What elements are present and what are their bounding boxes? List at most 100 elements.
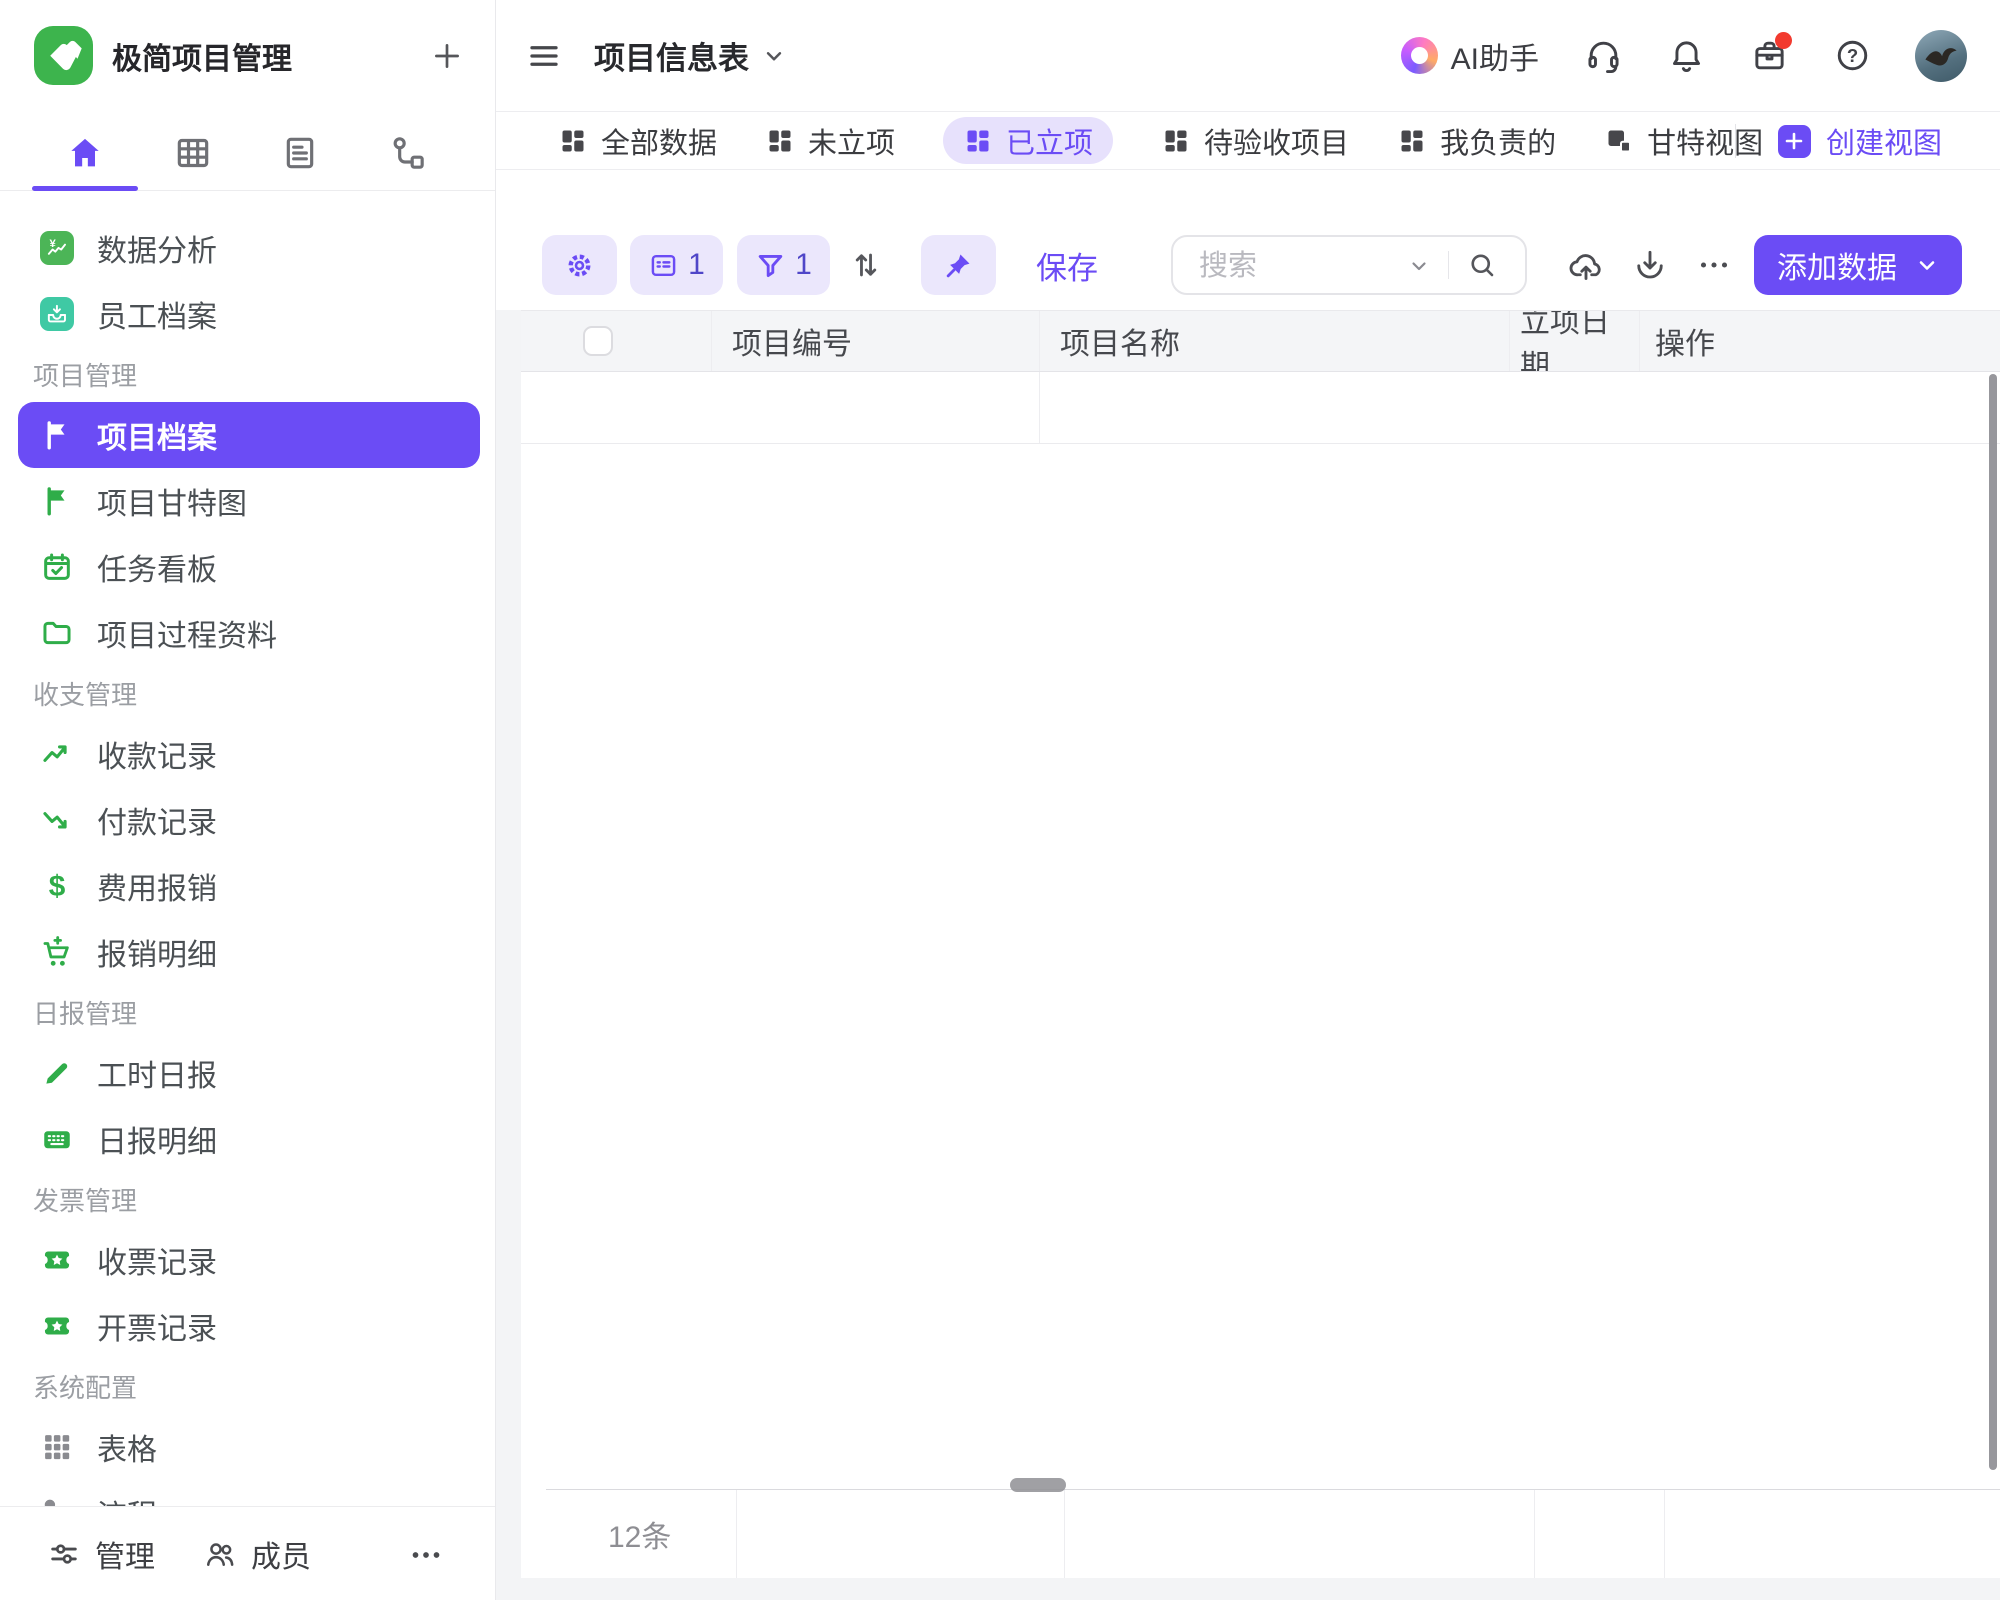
trend-up-icon [40, 737, 74, 771]
sidebar-item[interactable]: 项目档案 [18, 402, 480, 468]
ai-assistant-icon [1401, 37, 1438, 74]
header-select-column [521, 311, 712, 371]
grid-view-icon [1161, 126, 1191, 156]
search-chevron-down-icon[interactable] [1407, 254, 1431, 278]
vertical-scrollbar[interactable] [1989, 374, 1997, 1470]
horizontal-scrollbar[interactable] [1010, 1478, 1066, 1492]
column-header-操作: 操作 [1640, 311, 2000, 371]
group-title-cell [521, 372, 1040, 443]
cart-plus-icon [40, 935, 74, 969]
sidebar-item[interactable]: 任务看板 [0, 534, 495, 600]
notifications-bell-icon[interactable] [1668, 37, 1705, 74]
tab-全部数据[interactable]: 全部数据 [558, 117, 717, 164]
sidebar-item[interactable]: 收款记录 [0, 721, 495, 787]
pencil-icon [40, 1056, 74, 1090]
toolbar-more-button[interactable] [1692, 235, 1736, 295]
field-count: 1 [688, 248, 705, 282]
sidebar-nav-tab-home[interactable] [65, 133, 105, 173]
dollar-icon: $ [40, 869, 74, 903]
hamburger-menu-icon[interactable] [526, 38, 562, 74]
keyboard-icon [40, 1122, 74, 1156]
sort-button[interactable] [844, 235, 888, 295]
sidebar-more-icon[interactable] [408, 1537, 444, 1573]
table-summary-row: 12条 [546, 1489, 2000, 1578]
tab-label: 已立项 [1006, 120, 1093, 162]
sidebar-item[interactable]: 收票记录 [0, 1227, 495, 1293]
sidebar-nav-tab-nav-document[interactable] [280, 133, 320, 173]
help-icon[interactable]: ? [1834, 37, 1871, 74]
gantt-view-icon [1604, 126, 1634, 156]
tab-已立项[interactable]: 已立项 [943, 117, 1113, 164]
select-all-checkbox[interactable] [583, 326, 613, 356]
sidebar-nav-tab-nav-flow[interactable] [388, 133, 428, 173]
tab-未立项[interactable]: 未立项 [765, 117, 895, 164]
briefcase-icon[interactable] [1751, 37, 1788, 74]
search-icon[interactable] [1467, 250, 1497, 280]
sidebar-section-title: 项目管理 [0, 347, 495, 402]
export-button[interactable] [1628, 235, 1672, 295]
field-config-button[interactable]: 1 [630, 235, 723, 295]
add-data-button[interactable]: 添加数据 [1754, 235, 1962, 295]
table-rows [521, 372, 2000, 1489]
title-chevron-down-icon[interactable] [761, 43, 787, 69]
sidebar-item[interactable]: 报销明细 [0, 919, 495, 985]
ticket-star-icon [40, 1309, 74, 1343]
sidebar-item[interactable]: 工时日报 [0, 1040, 495, 1106]
sidebar-item-label: 任务看板 [97, 545, 217, 589]
sidebar-item[interactable]: 表格 [0, 1414, 495, 1480]
toolbar: 1 1 保存 [496, 171, 2000, 310]
add-workspace-icon[interactable] [430, 39, 464, 73]
record-count: 12条 [546, 1490, 737, 1578]
footer-item-label: 成员 [251, 1532, 311, 1576]
tab-待验收项目[interactable]: 待验收项目 [1161, 117, 1349, 164]
tab-label: 待验收项目 [1204, 120, 1349, 162]
footer-users-button[interactable]: 成员 [204, 1507, 311, 1600]
trend-down-icon [40, 803, 74, 837]
sidebar-section-title: 日报管理 [0, 985, 495, 1040]
save-button[interactable]: 保存 [1036, 235, 1098, 295]
sidebar-item[interactable]: 流程 [0, 1480, 495, 1507]
ai-assistant-button[interactable]: AI助手 [1401, 34, 1539, 78]
sidebar-item[interactable]: ¥数据分析 [0, 215, 495, 281]
tab-label: 未立项 [808, 120, 895, 162]
sidebar-item[interactable]: 员工档案 [0, 281, 495, 347]
page-title: 项目信息表 [594, 33, 749, 78]
table-header-row: 项目编号项目名称立项日期操作 [521, 310, 2000, 372]
sidebar-section-title: 收支管理 [0, 666, 495, 721]
plus-square-icon [1778, 125, 1811, 158]
sidebar-nav-tabs [0, 112, 495, 191]
sidebar-item[interactable]: 付款记录 [0, 787, 495, 853]
top-header: 项目信息表 AI助手 ? [496, 0, 2000, 112]
filter-button[interactable]: 1 [737, 235, 830, 295]
user-avatar[interactable] [1915, 30, 1967, 82]
sidebar-item-label: 项目甘特图 [97, 479, 247, 523]
ticket-star-icon [40, 1243, 74, 1277]
svg-text:?: ? [1847, 45, 1858, 66]
sliders-icon [48, 1538, 80, 1570]
add-data-chevron-icon [1915, 253, 1939, 277]
filter-funnel-icon [755, 250, 786, 281]
pin-button[interactable] [921, 235, 996, 295]
tab-我负责的[interactable]: 我负责的 [1397, 117, 1556, 164]
import-button[interactable] [1564, 235, 1608, 295]
sidebar-item[interactable]: 项目过程资料 [0, 600, 495, 666]
sidebar-item[interactable]: 日报明细 [0, 1106, 495, 1172]
sidebar-nav-tab-nav-table[interactable] [173, 133, 213, 173]
sidebar-item[interactable]: 开票记录 [0, 1293, 495, 1359]
calendar-check-icon [40, 550, 74, 584]
settings-gear-button[interactable] [542, 235, 617, 295]
sidebar-header: 极简项目管理 [0, 0, 495, 112]
headset-support-icon[interactable] [1585, 37, 1622, 74]
sidebar-item[interactable]: 项目甘特图 [0, 468, 495, 534]
sidebar-menu: ¥数据分析员工档案项目管理项目档案项目甘特图任务看板项目过程资料收支管理收款记录… [0, 191, 495, 1507]
footer-sliders-button[interactable]: 管理 [48, 1507, 155, 1600]
create-view-button[interactable]: 创建视图 [1778, 120, 1942, 162]
search-box [1171, 235, 1527, 295]
sidebar-item-label: 报销明细 [97, 930, 217, 974]
sidebar-item[interactable]: $费用报销 [0, 853, 495, 919]
footer-item-label: 管理 [95, 1532, 155, 1576]
sidebar-item-label: 开票记录 [97, 1304, 217, 1348]
svg-text:$: $ [49, 870, 66, 903]
search-input[interactable] [1197, 241, 1431, 291]
column-header-立项日期: 立项日期 [1510, 311, 1640, 371]
